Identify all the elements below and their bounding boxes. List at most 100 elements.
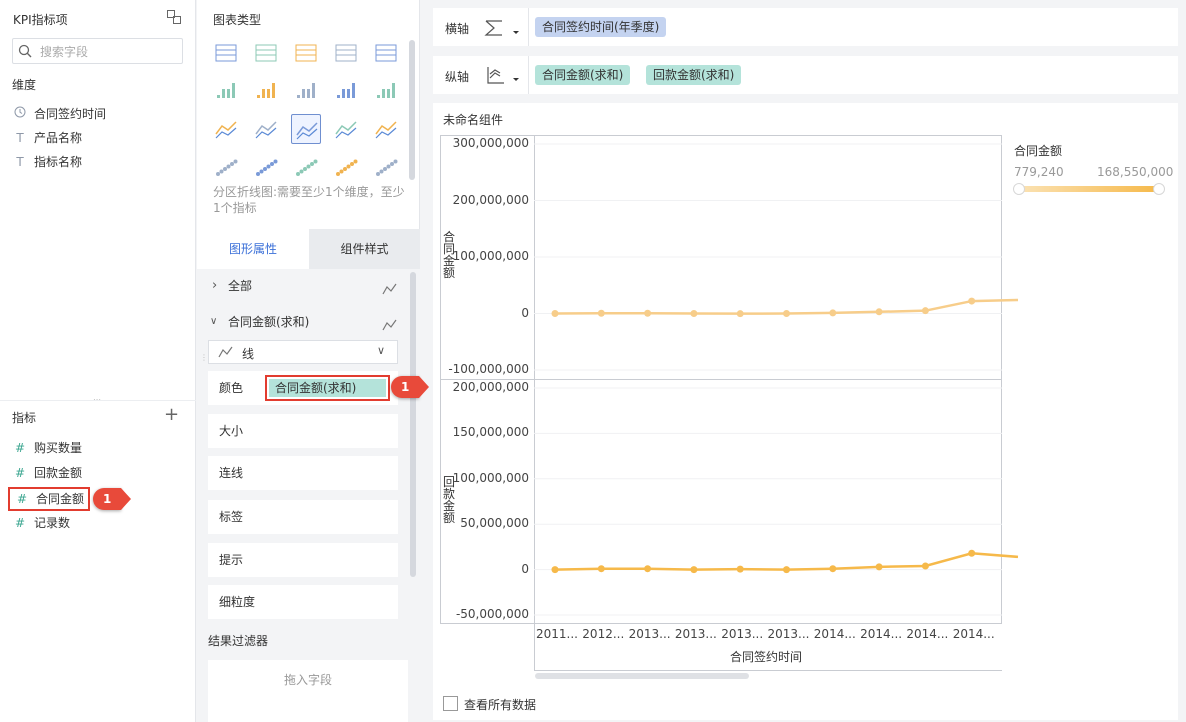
x-tick-label: 2014... <box>813 627 856 641</box>
prop-size[interactable]: 大小 <box>208 414 398 448</box>
resize-handle[interactable]: ⋯ <box>88 396 106 404</box>
prop-label[interactable]: 标签 <box>208 500 398 534</box>
dimension-item[interactable]: T 指标名称 <box>12 151 82 173</box>
divider <box>528 8 529 46</box>
line-chart-icon <box>382 278 398 306</box>
y-field-pill[interactable]: 回款金额(求和) <box>646 65 742 85</box>
y-axis-bar: 纵轴 合同金额(求和) 回款金额(求和) <box>433 56 1178 94</box>
data-point <box>968 297 976 305</box>
tab-component-style[interactable]: 组件样式 <box>309 229 420 269</box>
y-field-pill[interactable]: 合同金额(求和) <box>535 65 631 85</box>
chart-type-option[interactable] <box>331 114 361 144</box>
data-point <box>597 309 605 317</box>
scrollbar[interactable] <box>409 40 415 180</box>
series-row[interactable]: ∨ 合同金额(求和) <box>208 308 410 336</box>
axis-dropdown-icon[interactable] <box>483 64 519 89</box>
data-point <box>551 310 559 317</box>
y-tick-label: 200,000,000 <box>452 192 529 207</box>
legend-title: 合同金额 <box>1014 144 1063 158</box>
chart-type-option[interactable] <box>211 76 241 106</box>
x-tick-label: 2012... <box>582 627 625 641</box>
prop-granularity[interactable]: 细粒度 <box>208 585 398 619</box>
add-metric-icon[interactable]: + <box>164 404 179 425</box>
annotation-badge: 1 <box>93 488 131 510</box>
data-point <box>875 563 883 571</box>
chart-type-option[interactable] <box>371 152 401 182</box>
resize-handle[interactable]: ⋮ <box>200 354 208 370</box>
chart-type-option[interactable] <box>291 114 321 144</box>
dimension-item[interactable]: T 产品名称 <box>12 127 82 149</box>
legend-handle-min[interactable] <box>1013 183 1025 195</box>
switch-dataset-icon[interactable] <box>166 9 182 25</box>
chart-type-heading: 图表类型 <box>213 13 262 27</box>
chart-type-option[interactable] <box>371 114 401 144</box>
chart-panel: 未命名组件 合同金额 回款金额 合同签约时间 查看所有数据 合同金额 779,2… <box>433 103 1178 720</box>
chart-type-option[interactable] <box>251 114 281 144</box>
chart-type-option[interactable] <box>331 152 361 182</box>
x-tick-label: 2011... <box>536 627 578 641</box>
axis-dropdown-icon[interactable] <box>483 17 519 42</box>
y-tick-label: 0 <box>521 305 529 320</box>
metric-item[interactable]: # 记录数 <box>12 512 70 534</box>
tab-shape-properties[interactable]: 图形属性 <box>197 229 309 269</box>
show-all-label: 查看所有数据 <box>464 698 537 712</box>
chart-type-option[interactable] <box>331 76 361 106</box>
text-type-icon: T <box>16 131 24 145</box>
x-tick-label: 2014... <box>906 627 949 641</box>
result-filter-area: 结果过滤器 拖入字段 <box>197 620 420 722</box>
chart-type-option[interactable] <box>371 76 401 106</box>
chart-type-option[interactable] <box>251 76 281 106</box>
scrollbar[interactable] <box>535 673 749 679</box>
x-tick-label: 2013... <box>767 627 810 641</box>
dimension-item[interactable]: 合同签约时间 <box>12 103 106 125</box>
chevron-right-icon: › <box>212 278 218 293</box>
y-tick-label: 100,000,000 <box>452 470 529 485</box>
y-tick-label: 200,000,000 <box>452 380 529 394</box>
x-tick-label: 2014... <box>860 627 903 641</box>
legend-min: 779,240 <box>1014 165 1064 179</box>
data-point <box>921 307 929 315</box>
all-series-row[interactable]: › 全部 <box>208 272 410 300</box>
chart-type-option[interactable] <box>251 38 281 68</box>
filter-heading: 结果过滤器 <box>208 634 269 648</box>
annotation-badge: 1 <box>391 376 429 398</box>
chart-type-option[interactable] <box>291 38 321 68</box>
chart-type-option[interactable] <box>211 38 241 68</box>
data-point <box>690 310 698 317</box>
chart-type-option[interactable] <box>371 38 401 68</box>
x-tick-label: 2014... <box>952 627 995 641</box>
search-field-box[interactable]: 搜索字段 <box>12 38 183 64</box>
y-tick-label: -100,000,000 <box>448 362 529 376</box>
search-input[interactable]: 搜索字段 <box>40 43 88 60</box>
chart-type-option[interactable] <box>211 152 241 182</box>
show-all-checkbox[interactable] <box>443 696 458 711</box>
y-tick-label: -50,000,000 <box>455 607 529 621</box>
scrollbar[interactable] <box>410 272 416 577</box>
color-field-pill[interactable]: 合同金额(求和) <box>269 379 386 397</box>
chart-type-option[interactable] <box>331 38 361 68</box>
chart-type-hint: 分区折线图:需要至少1个维度，至少1个指标 <box>213 185 405 215</box>
prop-connect[interactable]: 连线 <box>208 456 398 490</box>
legend-handle-max[interactable] <box>1153 183 1165 195</box>
legend-gradient <box>1016 186 1159 192</box>
y-tick-label: 100,000,000 <box>452 249 529 263</box>
chart-type-option[interactable] <box>291 76 321 106</box>
data-point <box>551 566 559 574</box>
x-axis-label: 合同签约时间 <box>730 650 803 664</box>
x-field-pill[interactable]: 合同签约时间(年季度) <box>535 17 667 37</box>
chart-type-option[interactable] <box>251 152 281 182</box>
data-point <box>783 310 790 317</box>
metric-item-highlighted[interactable]: # 合同金额 <box>8 487 91 511</box>
mark-type-select[interactable]: 线 ∨ <box>208 340 398 364</box>
metric-item[interactable]: # 购买数量 <box>12 437 82 459</box>
metric-item[interactable]: # 回款金额 <box>12 462 82 484</box>
filter-drop-zone[interactable]: 拖入字段 <box>208 660 408 722</box>
text-type-icon: T <box>16 155 24 169</box>
data-point <box>829 309 837 317</box>
chart-type-option[interactable] <box>291 152 321 182</box>
prop-tooltip[interactable]: 提示 <box>208 543 398 577</box>
metric-heading: 指标 <box>12 411 37 425</box>
dimension-heading: 维度 <box>12 78 37 92</box>
chart-type-option[interactable] <box>211 114 241 144</box>
color-field-highlight[interactable]: 合同金额(求和) <box>265 375 390 401</box>
